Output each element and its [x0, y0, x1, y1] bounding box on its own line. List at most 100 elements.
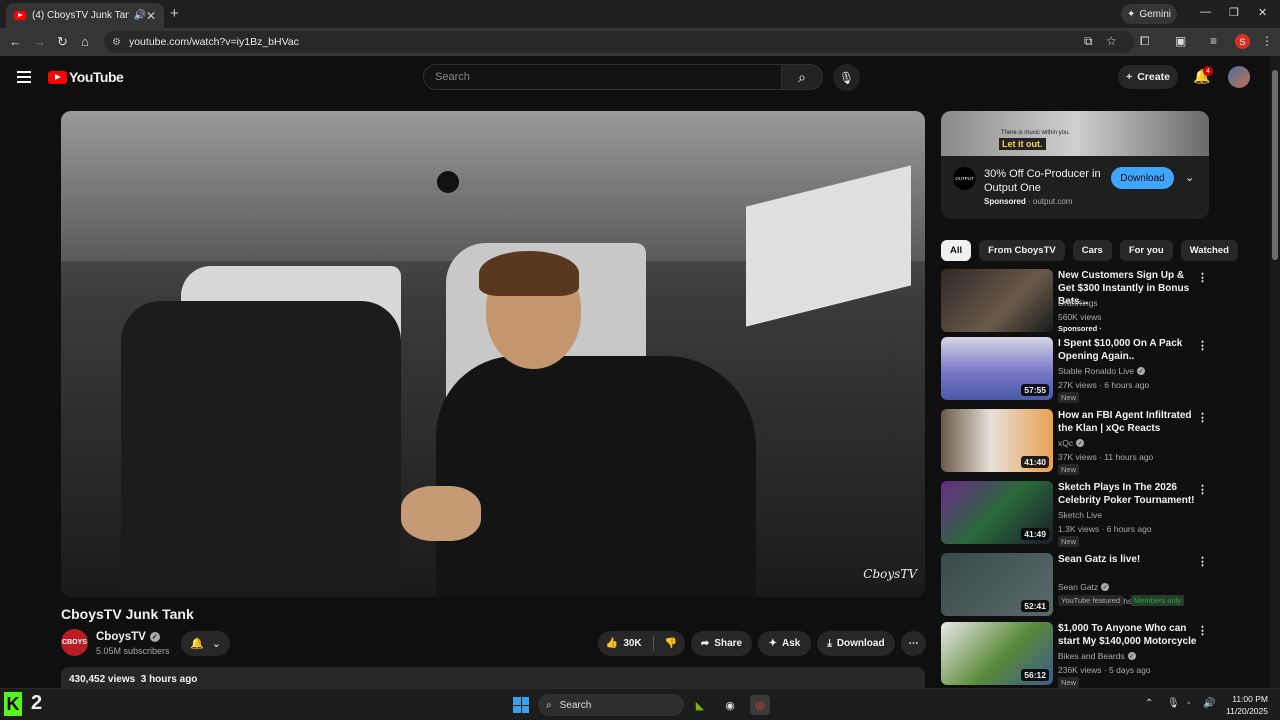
ad-meta: Sponsored · output.com: [984, 197, 1073, 206]
install-app-icon[interactable]: ⧉: [1084, 34, 1093, 49]
ad-title: 30% Off Co-Producer in Output One: [984, 168, 1101, 194]
more-vertical-icon[interactable]: ⋮: [1197, 555, 1208, 568]
video-player[interactable]: CboysTV: [61, 111, 925, 597]
recommendation-title[interactable]: Sketch Plays In The 2026 Celebrity Poker…: [1058, 481, 1198, 507]
reload-icon[interactable]: ↻: [57, 34, 68, 50]
video-frame-person-hair: [479, 251, 579, 296]
address-bar[interactable]: ⚙ youtube.com/watch?v=iy1Bz_bHVac: [104, 31, 1134, 53]
recommendation-channel[interactable]: Stable Ronaldo Live ✓: [1058, 366, 1146, 376]
more-vertical-icon[interactable]: ⋮: [1197, 483, 1208, 496]
recommendation-item[interactable]: 41:49 Sketch Plays In The 2026 Celebrity …: [941, 481, 1209, 547]
close-window-icon[interactable]: ✕: [1258, 6, 1267, 19]
recommendation-item[interactable]: 41:40 How an FBI Agent Infiltrated the Kl…: [941, 409, 1209, 475]
volume-icon[interactable]: 🔊: [1203, 698, 1215, 709]
download-button[interactable]: ⤓ Download: [817, 631, 895, 656]
thumbs-up-icon[interactable]: 👍: [606, 638, 618, 649]
system-clock[interactable]: 11:00 PM 11/20/2025: [1224, 693, 1268, 717]
filter-chip[interactable]: Watched: [1180, 240, 1238, 261]
recommendation-item[interactable]: 56:12 $1,000 To Anyone Who can start My $…: [941, 622, 1209, 688]
back-arrow-icon[interactable]: ←: [9, 34, 22, 49]
subscription-bell-button[interactable]: 🔔 ⌄: [181, 631, 230, 656]
ad-download-button[interactable]: Download: [1111, 167, 1174, 189]
ask-button[interactable]: ✦ Ask: [758, 631, 811, 656]
sponsored-ad-card[interactable]: There is music within you. Let it out. O…: [941, 111, 1209, 219]
more-actions-button[interactable]: ⋯: [901, 631, 926, 656]
forward-arrow-icon[interactable]: →: [33, 34, 46, 49]
home-icon[interactable]: ⌂: [81, 34, 89, 49]
recommendation-channel[interactable]: Sketch Live: [1058, 510, 1102, 520]
scrollbar-thumb[interactable]: [1272, 70, 1278, 260]
filter-chip[interactable]: For you: [1119, 240, 1173, 261]
status-badge: New: [1058, 392, 1080, 403]
recommendation-title[interactable]: I Spent $10,000 On A Pack Opening Again.…: [1058, 337, 1198, 363]
recommendation-item[interactable]: 52:41Sean Gatz is live!Sean Gatz✓Streame…: [941, 553, 1209, 617]
new-tab-icon[interactable]: +: [170, 5, 179, 22]
video-thumbnail[interactable]: 52:41: [941, 553, 1053, 616]
recommendation-channel[interactable]: Sean Gatz ✓: [1058, 582, 1110, 592]
recommendation-item[interactable]: 57:55 I Spent $10,000 On A Pack Opening A…: [941, 337, 1209, 403]
hamburger-menu-icon[interactable]: [17, 71, 31, 86]
chevron-up-icon[interactable]: ⌃: [1145, 698, 1153, 709]
youtube-logo[interactable]: YouTube: [48, 69, 124, 85]
split-view-icon[interactable]: ▣: [1175, 34, 1186, 48]
more-vertical-icon[interactable]: ⋮: [1197, 411, 1208, 424]
recommendation-channel[interactable]: Bikes and Beards ✓: [1058, 651, 1136, 661]
recommendation-channel[interactable]: xQc ✓: [1058, 438, 1085, 448]
taskbar-search-label: Search: [559, 699, 592, 711]
voice-search-button[interactable]: 🎙: [833, 64, 860, 91]
more-vertical-icon[interactable]: ⋮: [1197, 339, 1208, 352]
video-thumbnail[interactable]: [941, 269, 1053, 332]
obs-icon[interactable]: ◉: [720, 695, 740, 715]
recommendation-title[interactable]: How an FBI Agent Infiltrated the Klan | …: [1058, 409, 1198, 435]
browser-menu-icon[interactable]: ⋮: [1261, 34, 1273, 48]
like-count[interactable]: 30K: [623, 638, 641, 649]
taskbar-search[interactable]: ⌕ Search: [538, 694, 684, 716]
channel-name[interactable]: CboysTV ✓: [96, 631, 160, 643]
status-badge: New: [1058, 464, 1080, 475]
more-vertical-icon[interactable]: ⋮: [1197, 271, 1208, 284]
site-info-icon[interactable]: ⚙: [112, 37, 121, 48]
recommendation-title[interactable]: $1,000 To Anyone Who can start My $140,0…: [1058, 622, 1198, 648]
browser-tab[interactable]: (4) CboysTV Junk Tank - YouTube 🔊 ✕: [6, 3, 164, 28]
maximize-icon[interactable]: ❐: [1229, 6, 1239, 19]
channel-avatar[interactable]: CBOYS: [61, 629, 88, 656]
bookmark-star-icon[interactable]: ☆: [1106, 34, 1117, 48]
gemini-button[interactable]: ✦ Gemini: [1121, 4, 1177, 24]
chrome-icon[interactable]: ◎: [750, 695, 770, 715]
video-thumbnail[interactable]: 41:40: [941, 409, 1053, 472]
media-queue-icon[interactable]: ≡: [1210, 34, 1217, 48]
mic-icon[interactable]: 🎙: [1167, 698, 1180, 709]
profile-avatar[interactable]: S: [1235, 34, 1250, 49]
chevron-down-icon[interactable]: ⌄: [1185, 171, 1194, 184]
duration-badge: 57:55: [1021, 384, 1049, 396]
extensions-icon[interactable]: ⧠: [1140, 34, 1150, 49]
search-button[interactable]: ⌕: [781, 64, 823, 90]
minimize-icon[interactable]: —: [1200, 6, 1211, 18]
download-label: Download: [836, 638, 885, 649]
filter-chip[interactable]: All: [941, 240, 972, 261]
search-input[interactable]: Search: [423, 64, 782, 90]
filter-chip[interactable]: Cars: [1072, 240, 1112, 261]
recommendation-item[interactable]: New Customers Sign Up & Get $300 Instant…: [941, 269, 1209, 333]
filter-chip[interactable]: From CboysTV: [979, 240, 1065, 261]
share-label: Share: [714, 638, 743, 649]
more-vertical-icon[interactable]: ⋮: [1197, 624, 1208, 637]
clock-date: 11/20/2025: [1226, 706, 1268, 716]
account-avatar[interactable]: [1228, 66, 1250, 88]
speaker-icon[interactable]: 🔊: [133, 10, 145, 21]
ad-domain: output.com: [1032, 197, 1073, 206]
nvidia-icon[interactable]: ◣: [690, 695, 710, 715]
network-icon[interactable]: ◦: [1187, 698, 1191, 709]
recommendation-channel-name: Stable Ronaldo Live: [1058, 366, 1135, 376]
video-thumbnail[interactable]: 57:55: [941, 337, 1053, 400]
share-button[interactable]: ➦ Share: [691, 631, 752, 656]
create-button[interactable]: + Create: [1118, 65, 1178, 89]
recommendation-channel[interactable]: DraftKings: [1058, 298, 1098, 308]
video-thumbnail[interactable]: 56:12: [941, 622, 1053, 685]
video-thumbnail[interactable]: 41:49: [941, 481, 1053, 544]
close-tab-icon[interactable]: ✕: [146, 9, 156, 23]
youtube-favicon-icon: [14, 11, 26, 20]
thumbs-down-icon[interactable]: 👎: [665, 638, 677, 649]
recommendation-title[interactable]: Sean Gatz is live!: [1058, 553, 1198, 566]
windows-start-icon[interactable]: [513, 697, 529, 713]
